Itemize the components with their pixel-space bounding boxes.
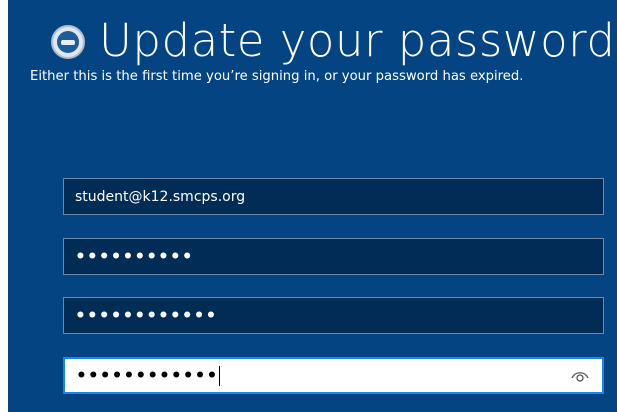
confirm-password-field[interactable]: •••••••••••• (63, 357, 604, 394)
username-value: student@k12.smcps.org (75, 188, 246, 205)
page-title: Update your password (99, 13, 616, 67)
update-password-screen: Update your password Either this is the … (0, 0, 617, 412)
eye-icon[interactable] (570, 367, 590, 385)
new-password-mask: •••••••••••• (75, 305, 218, 326)
username-field[interactable]: student@k12.smcps.org (63, 178, 604, 215)
current-password-field[interactable]: •••••••••• (63, 238, 604, 275)
page-subtitle: Either this is the first time you’re sig… (30, 69, 524, 84)
confirm-password-mask: •••••••••••• (76, 365, 219, 386)
new-password-field[interactable]: •••••••••••• (63, 297, 604, 334)
current-password-mask: •••••••••• (75, 246, 194, 267)
school-district-seal-icon (51, 25, 85, 59)
header: Update your password (51, 10, 615, 70)
text-caret (219, 365, 221, 386)
